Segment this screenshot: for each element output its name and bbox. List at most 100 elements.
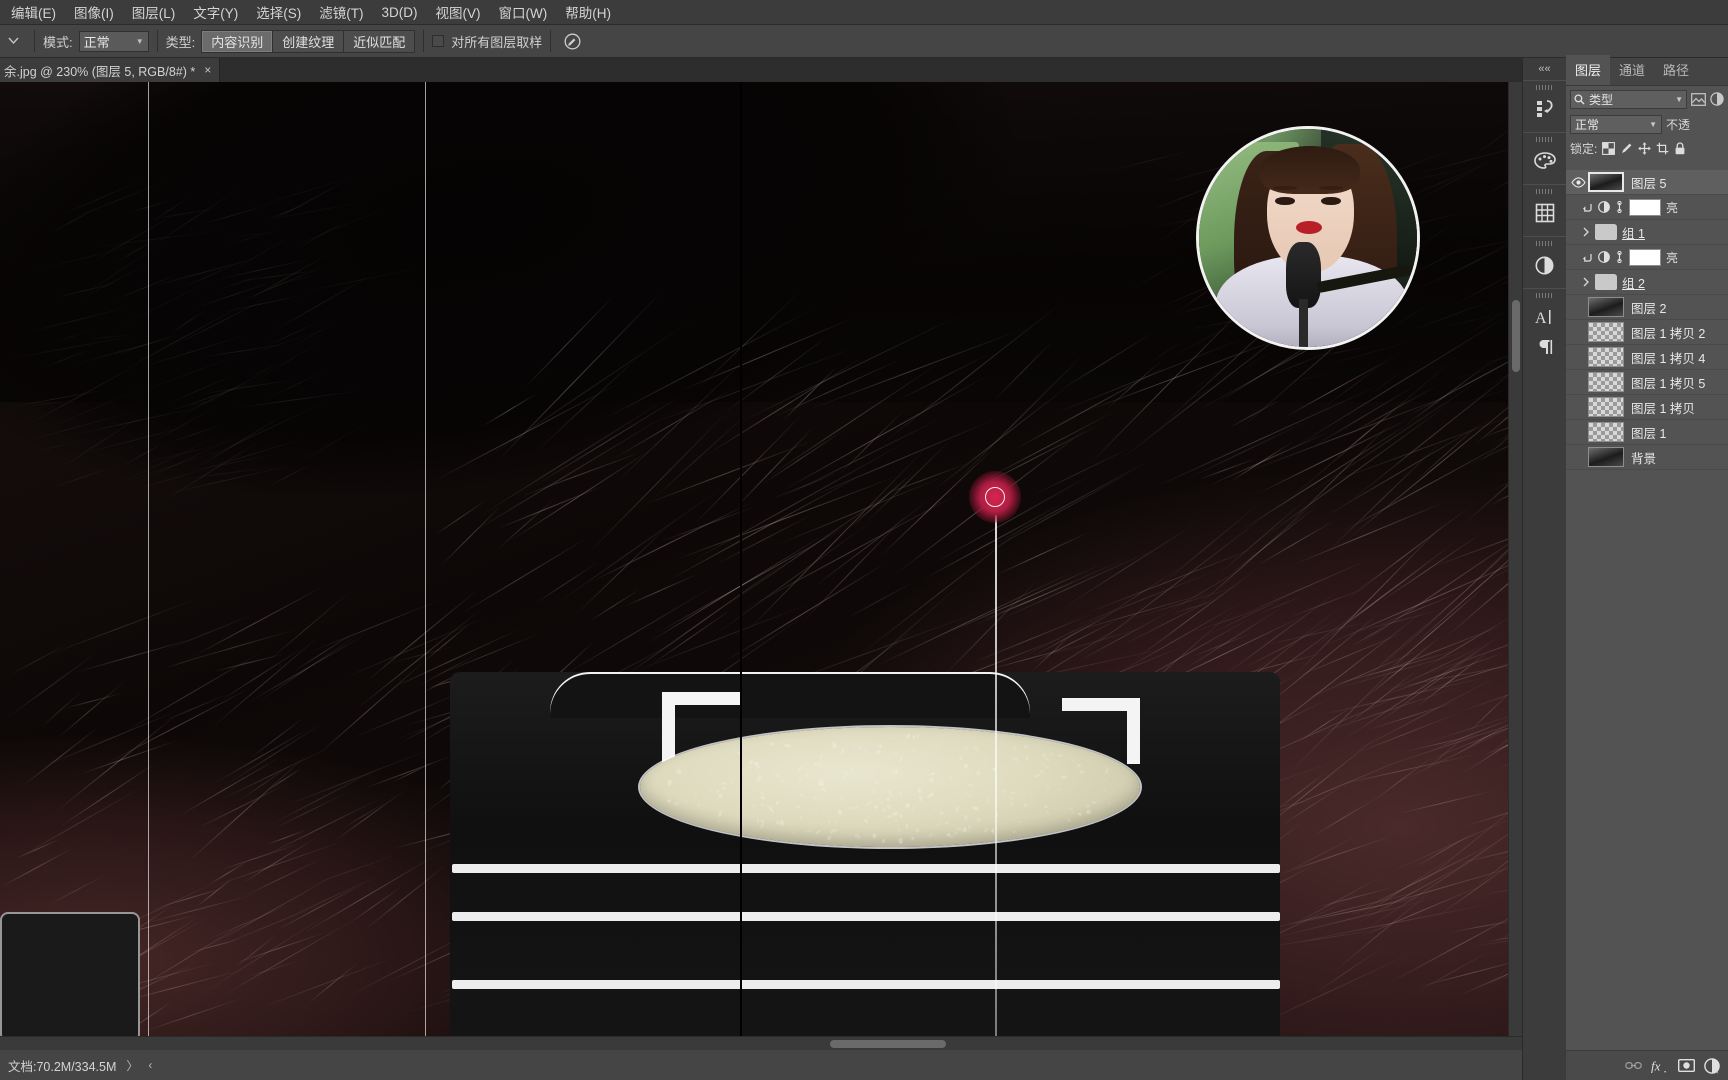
streamer-webcam-overlay[interactable] bbox=[1196, 126, 1420, 350]
options-divider-3 bbox=[423, 30, 424, 52]
list-item[interactable]: 亮 bbox=[1566, 195, 1728, 220]
table-row[interactable]: 背景 bbox=[1566, 445, 1728, 470]
layer-thumbnail[interactable] bbox=[1588, 372, 1624, 392]
mode-select[interactable]: 正常 ▼ bbox=[79, 31, 149, 52]
adjustment-layer-icon bbox=[1598, 201, 1610, 213]
filter-type-select[interactable]: 类型 ▼ bbox=[1570, 90, 1687, 109]
rail-grip-3[interactable] bbox=[1536, 189, 1554, 194]
artboard-lock-icon[interactable] bbox=[1656, 142, 1669, 155]
rail-grip-5[interactable] bbox=[1536, 293, 1554, 298]
rail-group-swatches bbox=[1523, 132, 1566, 184]
paragraph-icon[interactable] bbox=[1528, 332, 1562, 362]
filter-adjustment-icon[interactable] bbox=[1710, 92, 1724, 106]
close-icon[interactable]: × bbox=[204, 63, 211, 77]
sample-all-layers-checkbox[interactable]: 对所有图层取样 bbox=[432, 32, 542, 51]
layers-panel-toolbar: fx bbox=[1566, 1050, 1728, 1080]
table-row[interactable]: 图层 5 bbox=[1566, 170, 1728, 195]
menu-filter[interactable]: 滤镜(T) bbox=[310, 0, 372, 25]
canvas-vertical-scrollbar[interactable] bbox=[1508, 82, 1522, 1036]
tab-paths[interactable]: 路径 bbox=[1654, 55, 1698, 85]
layer-list[interactable]: 图层 5 亮 组 1 亮 组 2 图层 2 图层 1 拷贝 2 图层 1 拷贝 … bbox=[1566, 170, 1728, 1022]
status-prev-icon[interactable]: ‹ bbox=[148, 1058, 152, 1072]
canvas-horizontal-scrollbar[interactable] bbox=[0, 1036, 1522, 1050]
type-proximity-match-button[interactable]: 近似匹配 bbox=[344, 31, 414, 52]
menu-help[interactable]: 帮助(H) bbox=[556, 0, 620, 25]
menu-view[interactable]: 视图(V) bbox=[427, 0, 490, 25]
menu-3d[interactable]: 3D(D) bbox=[373, 2, 427, 23]
menu-window[interactable]: 窗口(W) bbox=[490, 0, 557, 25]
rail-grip-2[interactable] bbox=[1536, 137, 1554, 142]
layer-mask-thumbnail[interactable] bbox=[1629, 249, 1661, 266]
menu-image[interactable]: 图像(I) bbox=[65, 0, 123, 25]
pressure-tablet-icon[interactable] bbox=[559, 24, 585, 58]
clipping-mask-icon bbox=[1582, 202, 1593, 213]
menu-edit[interactable]: 编辑(E) bbox=[2, 0, 65, 25]
layer-thumbnail[interactable] bbox=[1588, 322, 1624, 342]
chevron-right-icon[interactable] bbox=[1582, 227, 1590, 237]
table-row[interactable]: 图层 1 拷贝 2 bbox=[1566, 320, 1728, 345]
chevron-right-icon[interactable] bbox=[1582, 277, 1590, 287]
menu-layer[interactable]: 图层(L) bbox=[123, 0, 185, 25]
table-row[interactable]: 图层 1 拷贝 4 bbox=[1566, 345, 1728, 370]
image-canvas[interactable] bbox=[0, 82, 1522, 1036]
link-mask-icon[interactable] bbox=[1615, 251, 1624, 263]
collapse-panels-icon[interactable]: «« bbox=[1523, 58, 1566, 80]
clipping-mask-icon bbox=[1582, 252, 1593, 263]
adjustment-layer-icon[interactable] bbox=[1704, 1058, 1720, 1074]
layer-thumbnail[interactable] bbox=[1588, 447, 1624, 467]
canvas-viewport[interactable] bbox=[0, 82, 1522, 1036]
libraries-grid-icon[interactable] bbox=[1528, 198, 1562, 228]
layer-visibility-eye-icon[interactable] bbox=[1568, 177, 1588, 188]
layer-name: 图层 5 bbox=[1631, 173, 1666, 192]
rail-group-type: A bbox=[1523, 288, 1566, 370]
link-layers-icon[interactable] bbox=[1625, 1060, 1642, 1071]
link-mask-icon[interactable] bbox=[1615, 201, 1624, 213]
layer-thumbnail[interactable] bbox=[1588, 172, 1624, 192]
table-row[interactable]: 组 2 bbox=[1566, 270, 1728, 295]
adjustments-icon[interactable] bbox=[1528, 250, 1562, 280]
blend-mode-select[interactable]: 正常 ▼ bbox=[1570, 115, 1662, 134]
layer-name: 图层 1 拷贝 5 bbox=[1631, 373, 1705, 392]
table-row[interactable]: 图层 1 拷贝 5 bbox=[1566, 370, 1728, 395]
lock-all-icon[interactable] bbox=[1674, 142, 1686, 155]
layer-style-fx-icon[interactable]: fx bbox=[1651, 1058, 1669, 1074]
layer-thumbnail[interactable] bbox=[1588, 297, 1624, 317]
table-row[interactable]: 图层 2 bbox=[1566, 295, 1728, 320]
transparency-lock-icon[interactable] bbox=[1602, 142, 1615, 155]
history-icon[interactable] bbox=[1528, 94, 1562, 124]
layer-thumbnail[interactable] bbox=[1588, 422, 1624, 442]
tab-layers[interactable]: 图层 bbox=[1566, 55, 1610, 85]
table-row[interactable]: 组 1 bbox=[1566, 220, 1728, 245]
filter-pixel-icon[interactable] bbox=[1691, 93, 1706, 106]
list-item[interactable]: 亮 bbox=[1566, 245, 1728, 270]
type-content-aware-button[interactable]: 内容识别 bbox=[202, 31, 273, 52]
chevron-down-icon: ▼ bbox=[1675, 95, 1683, 104]
status-next-icon[interactable]: 〉 bbox=[126, 1057, 138, 1074]
tool-preset-chevron-down-icon[interactable] bbox=[0, 24, 26, 58]
swatches-palette-icon[interactable] bbox=[1528, 146, 1562, 176]
layer-mask-thumbnail[interactable] bbox=[1629, 199, 1661, 216]
panel-tab-bar: 图层 通道 路径 bbox=[1566, 58, 1728, 86]
menu-type[interactable]: 文字(Y) bbox=[184, 0, 247, 25]
rail-group-adjustments bbox=[1523, 236, 1566, 288]
blend-mode-row: 正常 ▼ 不透 bbox=[1566, 112, 1728, 136]
panel-icon-rail: «« A bbox=[1522, 58, 1566, 1080]
healing-brush-cursor[interactable] bbox=[995, 497, 997, 499]
move-lock-icon[interactable] bbox=[1638, 142, 1651, 155]
menu-select[interactable]: 选择(S) bbox=[247, 0, 310, 25]
layers-panel: 图层 通道 路径 类型 ▼ 正常 ▼ 不透 锁定: 图层 5 亮 组 1 亮 组… bbox=[1566, 58, 1728, 1080]
rail-grip-4[interactable] bbox=[1536, 241, 1554, 246]
canvas-vertical-scroll-thumb[interactable] bbox=[1512, 300, 1520, 372]
brush-lock-icon[interactable] bbox=[1620, 142, 1633, 155]
character-icon[interactable]: A bbox=[1528, 302, 1562, 332]
document-tab[interactable]: 余.jpg @ 230% (图层 5, RGB/8#) * × bbox=[0, 58, 220, 82]
table-row[interactable]: 图层 1 bbox=[1566, 420, 1728, 445]
add-mask-icon[interactable] bbox=[1678, 1059, 1695, 1072]
table-row[interactable]: 图层 1 拷贝 bbox=[1566, 395, 1728, 420]
rail-grip-1[interactable] bbox=[1536, 85, 1554, 90]
layer-thumbnail[interactable] bbox=[1588, 347, 1624, 367]
layer-thumbnail[interactable] bbox=[1588, 397, 1624, 417]
tab-channels[interactable]: 通道 bbox=[1610, 55, 1654, 85]
type-create-texture-button[interactable]: 创建纹理 bbox=[273, 31, 344, 52]
canvas-horizontal-scroll-thumb[interactable] bbox=[830, 1040, 946, 1048]
